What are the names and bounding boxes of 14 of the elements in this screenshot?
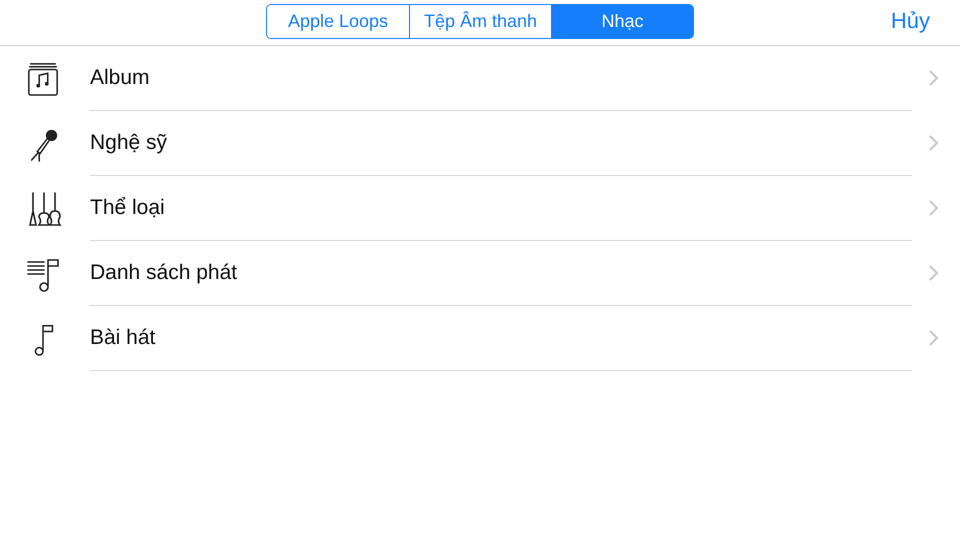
list-item[interactable]: Thể loại — [90, 176, 912, 241]
chevron-icon — [929, 70, 939, 86]
album-icon — [26, 60, 60, 96]
segment-tab[interactable]: Nhạc — [551, 5, 693, 38]
chevron-icon — [929, 265, 939, 281]
list-item[interactable]: Danh sách phát — [90, 241, 912, 306]
chevron-icon — [929, 135, 939, 151]
cancel-button[interactable]: Hủy — [890, 6, 930, 36]
chevron-icon — [929, 330, 939, 346]
list-item[interactable]: Album — [90, 46, 912, 111]
list-item[interactable]: Bài hát — [90, 306, 912, 371]
guitars-icon — [26, 190, 62, 226]
chevron-icon — [929, 200, 939, 216]
list-item[interactable]: Nghệ sỹ — [90, 111, 912, 176]
